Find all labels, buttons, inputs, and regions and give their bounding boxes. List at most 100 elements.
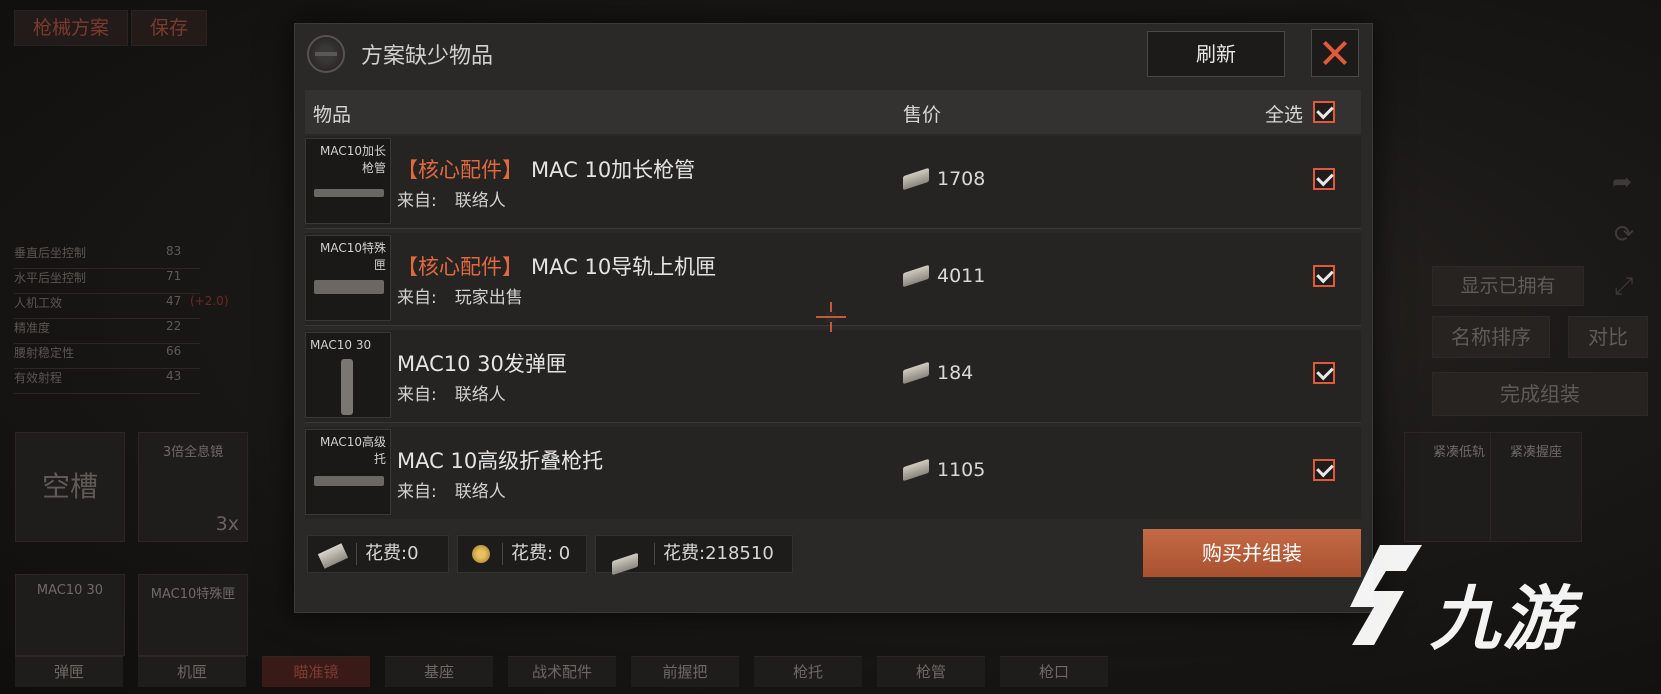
thumbnail-caption: MAC10高级托 bbox=[319, 435, 386, 466]
item-name: 【核心配件】 MAC 10导轨上机匣 bbox=[397, 251, 716, 281]
stats-panel: 垂直后坐控制 83 水平后坐控制 71 人机工效 47 (+2.0) 精准度 22 腰射稳… bbox=[14, 244, 229, 394]
category-tactical[interactable]: 战术配件 bbox=[508, 656, 616, 687]
list-item[interactable]: MAC10 30 MAC10 30发弹匣 来自: 联络人 184 bbox=[305, 330, 1361, 423]
receiver-image bbox=[314, 280, 384, 294]
stock-image bbox=[314, 476, 384, 486]
stat-value: 47 bbox=[166, 294, 182, 308]
slot-optic[interactable]: 3倍全息镜 3x bbox=[138, 432, 248, 542]
close-icon[interactable] bbox=[1311, 29, 1359, 77]
item-price: 1105 bbox=[903, 458, 985, 482]
price-value: 4011 bbox=[937, 265, 986, 287]
source-value: 联络人 bbox=[454, 191, 506, 211]
item-title: MAC10 30发弹匣 bbox=[397, 352, 567, 376]
item-price: 1708 bbox=[903, 167, 986, 191]
cash-icon bbox=[903, 264, 929, 288]
item-checkbox[interactable] bbox=[1313, 459, 1335, 481]
stat-row: 有效射程 43 bbox=[14, 369, 200, 394]
category-optic[interactable]: 瞄准镜 bbox=[262, 656, 370, 687]
item-source: 来自: 玩家出售 bbox=[397, 283, 523, 308]
item-price: 4011 bbox=[903, 264, 986, 288]
select-all-checkbox[interactable] bbox=[1313, 101, 1335, 123]
slot-empty[interactable]: 空槽 bbox=[15, 432, 125, 542]
item-source: 来自: 联络人 bbox=[397, 380, 506, 405]
dialog-title: 方案缺少物品 bbox=[361, 44, 494, 69]
column-item: 物品 bbox=[313, 104, 352, 126]
price-value: 184 bbox=[937, 362, 974, 384]
stat-delta: (+2.0) bbox=[190, 294, 229, 308]
crosshair-icon bbox=[816, 302, 846, 332]
category-mount[interactable]: 基座 bbox=[385, 656, 493, 687]
source-value: 玩家出售 bbox=[454, 288, 523, 308]
watermark: 九游 bbox=[1330, 535, 1630, 665]
item-checkbox[interactable] bbox=[1313, 168, 1335, 190]
slot-caption: 3倍全息镜 bbox=[162, 445, 224, 460]
slot-caption: MAC10特殊匣 bbox=[150, 587, 236, 602]
source-prefix: 来自: bbox=[397, 191, 437, 211]
stat-value: 22 bbox=[166, 319, 182, 333]
refresh-button[interactable]: 刷新 bbox=[1147, 31, 1285, 77]
slot-right-2[interactable]: 紧凑握座 bbox=[1490, 432, 1582, 542]
barrel-image bbox=[314, 189, 384, 197]
item-checkbox[interactable] bbox=[1313, 362, 1335, 384]
column-price: 售价 bbox=[903, 104, 942, 126]
item-checkbox[interactable] bbox=[1313, 265, 1335, 287]
complete-assembly-button[interactable]: 完成组装 bbox=[1432, 372, 1648, 416]
fullscreen-icon[interactable]: ⤢ bbox=[1614, 272, 1633, 300]
category-magazine[interactable]: 弹匣 bbox=[15, 656, 123, 687]
category-barrel[interactable]: 枪管 bbox=[877, 656, 985, 687]
slot-multiplier: 3x bbox=[215, 513, 239, 535]
item-source: 来自: 联络人 bbox=[397, 477, 506, 502]
slot-receiver[interactable]: MAC10特殊匣 bbox=[138, 574, 248, 656]
emblem-icon bbox=[307, 35, 345, 73]
cost-ticket: 花费:0 bbox=[307, 535, 449, 573]
tab-gun-plan[interactable]: 枪械方案 bbox=[14, 10, 129, 46]
stat-label: 精准度 bbox=[14, 321, 51, 335]
cost-coin: 花费: 0 bbox=[457, 535, 587, 573]
stat-value: 66 bbox=[166, 344, 182, 358]
stat-value: 43 bbox=[166, 369, 182, 383]
tab-save[interactable]: 保存 bbox=[131, 10, 208, 46]
price-value: 1708 bbox=[937, 168, 986, 190]
cash-icon bbox=[903, 458, 929, 482]
item-name: MAC10 30发弹匣 bbox=[397, 348, 567, 378]
show-owned-toggle[interactable]: 显示已拥有 bbox=[1432, 266, 1584, 306]
slot-magazine[interactable]: MAC10 30 bbox=[15, 574, 125, 656]
list-item[interactable]: MAC10高级托 MAC 10高级折叠枪托 来自: 联络人 1105 bbox=[305, 427, 1361, 519]
item-name: MAC 10高级折叠枪托 bbox=[397, 445, 603, 475]
watermark-text: 九游 bbox=[1430, 578, 1574, 660]
stat-label: 水平后坐控制 bbox=[14, 271, 87, 285]
cost-cash: 花费:218510 bbox=[595, 535, 793, 576]
dialog-footer: 花费:0 花费: 0 花费:218510 购买并组装 bbox=[295, 524, 1372, 612]
buy-and-assemble-button[interactable]: 购买并组装 bbox=[1143, 529, 1361, 577]
item-thumbnail: MAC10特殊匣 bbox=[305, 235, 391, 321]
category-stock[interactable]: 枪托 bbox=[754, 656, 862, 687]
share-icon[interactable]: ➦ bbox=[1612, 168, 1632, 196]
slot-caption: 紧凑握座 bbox=[1509, 445, 1562, 460]
sort-by-name-button[interactable]: 名称排序 bbox=[1432, 316, 1550, 358]
item-thumbnail: MAC10高级托 bbox=[305, 429, 391, 515]
stat-label: 腰射稳定性 bbox=[14, 346, 75, 360]
source-prefix: 来自: bbox=[397, 482, 437, 502]
nine-game-logo-icon bbox=[1350, 545, 1422, 645]
rotate-icon[interactable]: ⟳ bbox=[1614, 220, 1634, 248]
cash-icon bbox=[903, 361, 929, 385]
slot-caption: MAC10 30 bbox=[36, 583, 104, 598]
category-muzzle[interactable]: 枪口 bbox=[1000, 656, 1108, 687]
core-tag: 【核心配件】 bbox=[397, 255, 523, 279]
stat-label: 有效射程 bbox=[14, 371, 63, 385]
thumbnail-caption: MAC10特殊匣 bbox=[319, 241, 386, 272]
category-foregrip[interactable]: 前握把 bbox=[631, 656, 739, 687]
item-title: MAC 10加长枪管 bbox=[531, 158, 696, 182]
stat-row: 人机工效 47 (+2.0) bbox=[14, 294, 229, 319]
list-item[interactable]: MAC10加长枪管 【核心配件】 MAC 10加长枪管 来自: 联络人 1708 bbox=[305, 136, 1361, 229]
dialog-header: 方案缺少物品 刷新 bbox=[295, 24, 1372, 84]
item-title: MAC 10高级折叠枪托 bbox=[397, 449, 604, 473]
item-name: 【核心配件】 MAC 10加长枪管 bbox=[397, 154, 695, 184]
compare-button[interactable]: 对比 bbox=[1568, 316, 1648, 358]
stat-label: 垂直后坐控制 bbox=[14, 246, 87, 260]
select-all-label: 全选 bbox=[1265, 104, 1304, 126]
thumbnail-caption: MAC10加长枪管 bbox=[319, 144, 386, 175]
item-source: 来自: 联络人 bbox=[397, 186, 506, 211]
cash-icon bbox=[903, 167, 929, 191]
category-receiver[interactable]: 机匣 bbox=[138, 656, 246, 687]
